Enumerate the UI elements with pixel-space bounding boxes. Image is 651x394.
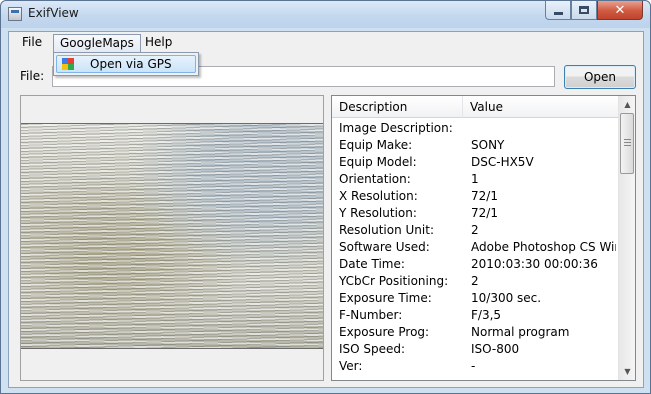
item-value: 2 (471, 223, 479, 237)
item-description: YCbCr Positioning: (339, 274, 449, 288)
maximize-button[interactable] (571, 1, 597, 20)
minimize-button[interactable] (545, 1, 571, 20)
list-item[interactable]: X Resolution: 72/1 (332, 188, 618, 205)
item-value: - (471, 359, 476, 373)
photo-preview (21, 123, 323, 349)
googlemaps-icon (62, 58, 74, 70)
item-value: 1 (471, 172, 479, 186)
item-description: Ver: (339, 359, 363, 373)
item-description: Orientation: (339, 172, 411, 186)
item-value: 72/1 (471, 206, 498, 220)
item-description: ISO Speed: (339, 342, 406, 356)
item-value: 2 (471, 274, 479, 288)
vertical-scrollbar[interactable]: ▲ ▼ (618, 96, 635, 380)
close-icon: ✕ (614, 2, 626, 18)
item-description: Exposure Time: (339, 291, 432, 305)
scroll-down-icon[interactable]: ▼ (619, 363, 636, 380)
list-item[interactable]: Orientation: 1 (332, 171, 618, 188)
item-description: X Resolution: (339, 189, 418, 203)
item-description: Exposure Prog: (339, 325, 430, 339)
list-item[interactable]: Image Description: (332, 120, 618, 137)
item-value: 72/1 (471, 189, 498, 203)
list-item[interactable]: F-Number: F/3,5 (332, 307, 618, 324)
googlemaps-dropdown: Open via GPS (53, 52, 199, 76)
list-item[interactable]: YCbCr Positioning: 2 (332, 273, 618, 290)
list-rows: Image Description: Equip Make: SONY Equip M… (332, 120, 618, 375)
title-bar[interactable]: ExifView ✕ (1, 1, 650, 28)
list-item[interactable]: Ver: - (332, 358, 618, 375)
item-value: F/3,5 (471, 308, 502, 322)
list-item[interactable]: Exposure Prog: Normal program (332, 324, 618, 341)
item-value: Normal program (471, 325, 570, 339)
list-item[interactable]: Equip Make: SONY (332, 137, 618, 154)
item-value: SONY (471, 138, 505, 152)
list-item[interactable]: Resolution Unit: 2 (332, 222, 618, 239)
item-description: Software Used: (339, 240, 430, 254)
list-item[interactable]: Y Resolution: 72/1 (332, 205, 618, 222)
client-area: File GoogleMaps Help Open via GPS File: … (8, 31, 644, 388)
list-item[interactable]: Date Time: 2010:03:30 00:00:36 (332, 256, 618, 273)
menu-bar: File GoogleMaps Help (9, 32, 643, 53)
open-via-gps-item[interactable]: Open via GPS (56, 55, 196, 73)
app-window: ExifView ✕ File GoogleMaps Help Open via… (0, 0, 651, 394)
menu-googlemaps[interactable]: GoogleMaps (53, 34, 141, 52)
item-description: Image Description: (339, 121, 453, 135)
item-description: F-Number: (339, 308, 403, 322)
app-icon (8, 7, 22, 21)
list-item[interactable]: Exposure Time: 10/300 sec. (332, 290, 618, 307)
list-item[interactable]: Software Used: Adobe Photoshop CS Win... (332, 239, 618, 256)
list-item[interactable]: ISO Speed: ISO-800 (332, 341, 618, 358)
open-via-gps-label: Open via GPS (90, 57, 172, 71)
item-description: Equip Model: (339, 155, 417, 169)
item-value: 2010:03:30 00:00:36 (471, 257, 598, 271)
item-value: ISO-800 (471, 342, 520, 356)
minimize-icon (553, 11, 563, 15)
column-header-description[interactable]: Description (332, 96, 463, 118)
image-panel (20, 95, 324, 381)
list-item[interactable]: Equip Model: DSC-HX5V (332, 154, 618, 171)
column-header-value[interactable]: Value (463, 96, 618, 118)
list-header: Description Value (332, 96, 618, 118)
item-value: Adobe Photoshop CS Win... (471, 240, 616, 254)
maximize-icon (579, 6, 589, 14)
file-label: File: (20, 69, 45, 83)
grip-icon (624, 139, 631, 148)
scrollbar-thumb[interactable] (620, 113, 634, 174)
menu-file[interactable]: File (16, 34, 48, 52)
item-value: 10/300 sec. (471, 291, 542, 305)
item-description: Date Time: (339, 257, 405, 271)
window-title: ExifView (28, 6, 79, 20)
item-description: Equip Make: (339, 138, 413, 152)
item-value: DSC-HX5V (471, 155, 534, 169)
close-button[interactable]: ✕ (597, 1, 643, 20)
menu-help[interactable]: Help (139, 34, 178, 52)
item-description: Y Resolution: (339, 206, 417, 220)
item-description: Resolution Unit: (339, 223, 434, 237)
open-button[interactable]: Open (564, 65, 636, 89)
scroll-up-icon[interactable]: ▲ (619, 96, 636, 113)
exif-list[interactable]: Description Value Image Description: Equi… (331, 95, 636, 381)
